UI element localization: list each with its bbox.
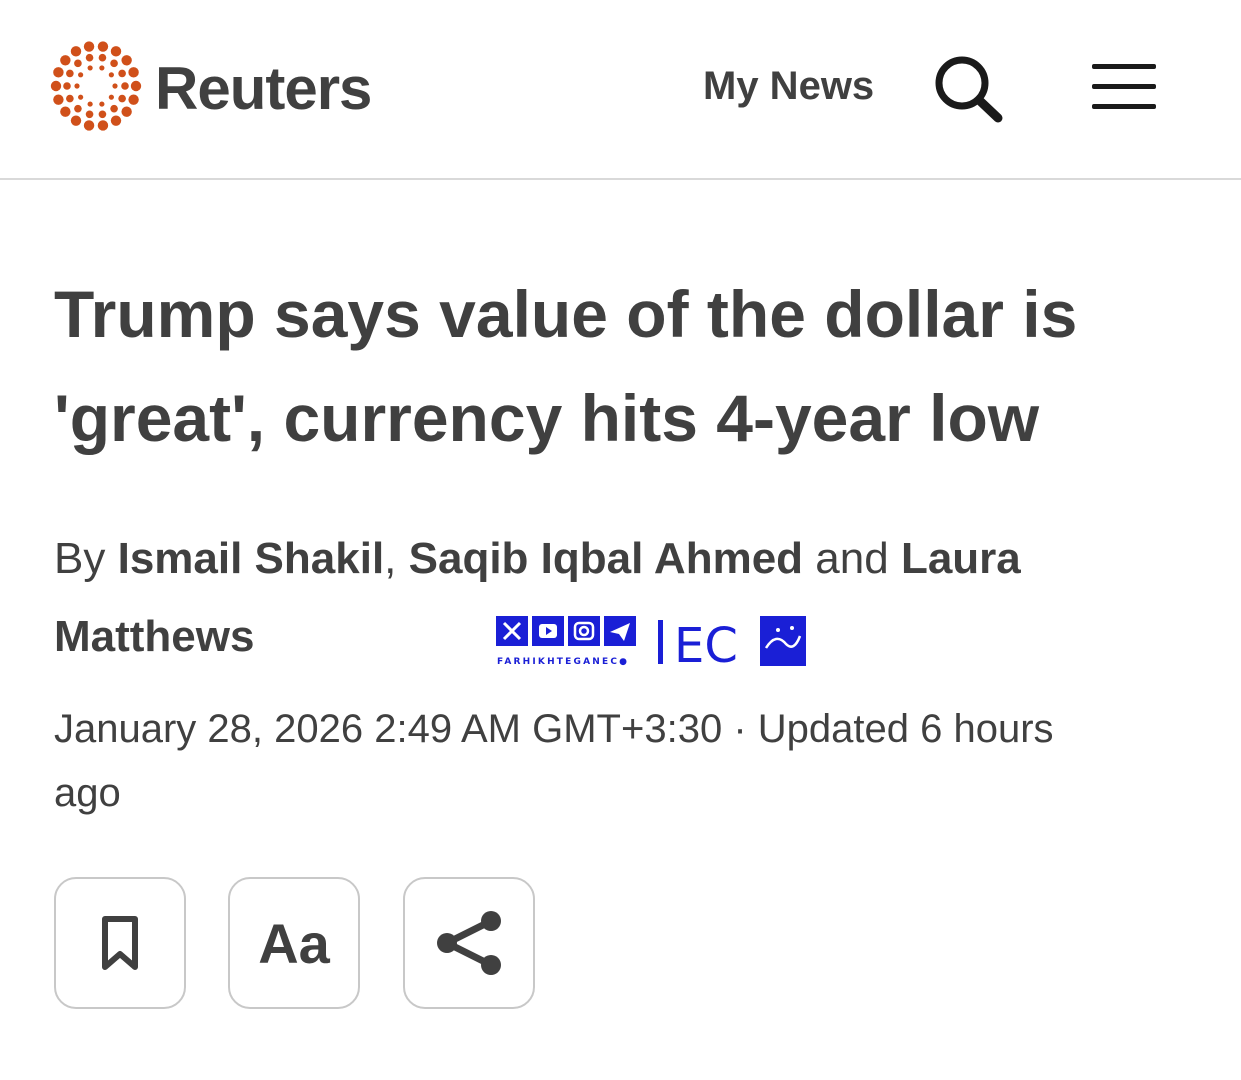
timestamp-separator: ·	[733, 707, 747, 751]
text-size-button[interactable]: Aa	[228, 877, 360, 1009]
article-timestamp: January 28, 2026 2:49 AM GMT+3:30 · Upda…	[54, 697, 1154, 825]
logo-dot	[74, 83, 80, 89]
logo-dot	[78, 94, 84, 100]
logo-dot	[53, 94, 64, 105]
svg-text:FARHIKHTEGANEC●: FARHIKHTEGANEC●	[497, 657, 629, 667]
logo-dot	[118, 69, 126, 78]
logo-dot	[83, 41, 95, 52]
logo-dot	[110, 104, 118, 113]
logo-dot	[60, 55, 71, 66]
published-date: January 28, 2026 2:49 AM GMT+3:30	[54, 707, 723, 751]
logo-dot	[110, 59, 118, 68]
logo-dot	[108, 72, 114, 78]
logo-dot	[74, 104, 82, 113]
reuters-logo-icon[interactable]	[50, 40, 142, 132]
logo-dot	[70, 115, 82, 126]
updated-time-end: ago	[54, 771, 121, 815]
logo-dot	[74, 59, 82, 68]
logo-dot	[130, 80, 142, 92]
article-headline: Trump says value of the dollar is 'great…	[54, 262, 1174, 470]
brand-name[interactable]: Reuters	[155, 54, 372, 123]
logo-dot	[121, 82, 129, 90]
logo-dot	[99, 101, 105, 107]
logo-dot	[87, 101, 93, 107]
logo-dot	[110, 115, 122, 126]
logo-dot	[121, 55, 132, 66]
byline-and: and	[815, 534, 889, 583]
logo-dot	[66, 69, 74, 78]
byline-comma: ,	[384, 534, 397, 583]
byline-prefix: By	[54, 534, 106, 583]
logo-dot	[70, 46, 82, 57]
logo-dot	[85, 110, 94, 119]
headline-line-1: Trump says value of the dollar is	[54, 277, 1078, 351]
share-icon	[437, 911, 501, 975]
share-button[interactable]	[403, 877, 535, 1009]
logo-dot	[112, 83, 118, 89]
headline-line-2: 'great', currency hits 4-year low	[54, 381, 1040, 455]
logo-dot	[118, 94, 126, 103]
logo-dot	[53, 67, 64, 78]
logo-dot	[78, 72, 84, 78]
farhikhtegan-watermark: FARHIKHTEGANEC● EC	[496, 616, 806, 670]
logo-dot	[98, 53, 107, 62]
author-link[interactable]: Ismail Shakil	[118, 534, 385, 583]
logo-dot	[128, 67, 139, 78]
updated-time: Updated 6 hours	[757, 707, 1054, 751]
logo-dot	[108, 94, 114, 100]
logo-dot	[60, 106, 71, 117]
logo-dot	[128, 94, 139, 105]
logo-dot	[83, 120, 95, 131]
logo-dot	[98, 110, 107, 119]
author-link[interactable]: Saqib Iqbal Ahmed	[409, 534, 803, 583]
bookmark-button[interactable]	[54, 877, 186, 1009]
logo-dot	[85, 53, 94, 62]
svg-text:EC: EC	[674, 618, 738, 670]
my-news-link[interactable]: My News	[703, 64, 874, 109]
logo-dot	[97, 120, 109, 131]
search-icon[interactable]	[930, 52, 1006, 124]
logo-dot	[87, 65, 93, 71]
bookmark-icon	[102, 916, 138, 970]
site-header: Reuters My News	[0, 0, 1241, 180]
logo-dot	[121, 106, 132, 117]
text-size-label: Aa	[258, 911, 330, 975]
logo-dot	[110, 46, 122, 57]
logo-dot	[66, 94, 74, 103]
logo-dot	[99, 65, 105, 71]
logo-dot	[63, 82, 71, 90]
logo-dot	[50, 80, 62, 92]
logo-dot	[97, 41, 109, 52]
hamburger-menu-icon[interactable]	[1090, 60, 1158, 114]
